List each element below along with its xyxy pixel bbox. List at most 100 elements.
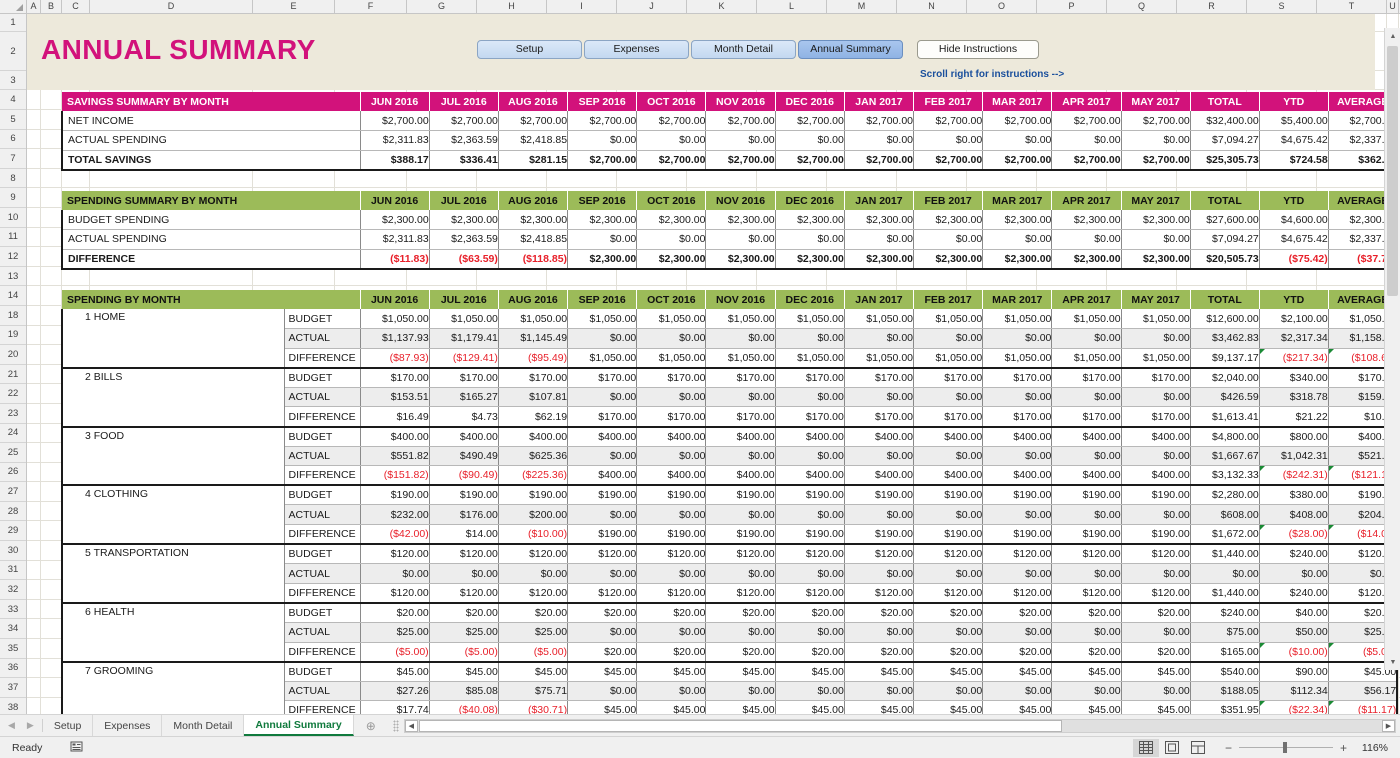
value-cell[interactable]: $45.00 <box>983 662 1052 682</box>
value-cell[interactable]: ($40.08) <box>429 701 498 714</box>
value-cell[interactable]: $20.00 <box>775 603 844 623</box>
value-cell[interactable]: $190.00 <box>775 525 844 545</box>
value-cell[interactable]: $45.00 <box>1052 662 1121 682</box>
row-header-22[interactable]: 22 <box>0 384 26 404</box>
month-header-7[interactable]: JAN 2017 <box>844 92 913 111</box>
value-cell[interactable]: $0.00 <box>914 623 983 643</box>
value-cell[interactable]: $120.00 <box>360 544 429 564</box>
value-cell[interactable]: $45.00 <box>568 701 637 714</box>
accessibility-icon[interactable] <box>70 740 83 756</box>
value-cell[interactable]: $0.00 <box>844 131 913 151</box>
value-cell[interactable]: $45.00 <box>498 662 567 682</box>
value-cell[interactable]: $2,300.00 <box>775 210 844 230</box>
sheet-tab-month-detail[interactable]: Month Detail <box>162 715 244 736</box>
value-cell[interactable]: $0.00 <box>1121 387 1190 407</box>
value-cell[interactable]: $2,700.00 <box>914 111 983 131</box>
value-cell[interactable]: $0.00 <box>844 446 913 466</box>
total-cell[interactable]: $9,137.17 <box>1190 348 1259 368</box>
value-cell[interactable]: $0.00 <box>914 329 983 349</box>
value-cell[interactable]: $120.00 <box>498 544 567 564</box>
value-cell[interactable]: $20.00 <box>568 642 637 662</box>
row-header-29[interactable]: 29 <box>0 521 26 541</box>
ytd-cell[interactable]: $318.78 <box>1259 387 1328 407</box>
value-cell[interactable]: $400.00 <box>983 466 1052 486</box>
column-header-n[interactable]: N <box>897 0 967 13</box>
column-header-f[interactable]: F <box>335 0 407 13</box>
value-cell[interactable]: $190.00 <box>637 485 706 505</box>
value-cell[interactable]: $232.00 <box>360 505 429 525</box>
row-header-27[interactable]: 27 <box>0 482 26 502</box>
ytd-cell[interactable]: $50.00 <box>1259 623 1328 643</box>
value-cell[interactable]: $170.00 <box>775 407 844 427</box>
value-cell[interactable]: ($118.85) <box>498 249 567 269</box>
row-header-35[interactable]: 35 <box>0 639 26 659</box>
value-cell[interactable]: $120.00 <box>568 583 637 603</box>
ytd-cell[interactable]: $240.00 <box>1259 583 1328 603</box>
value-cell[interactable]: ($95.49) <box>498 348 567 368</box>
month-header-8[interactable]: FEB 2017 <box>914 191 983 210</box>
value-cell[interactable]: $400.00 <box>706 466 775 486</box>
value-cell[interactable]: $120.00 <box>914 544 983 564</box>
total-cell[interactable]: $4,800.00 <box>1190 427 1259 447</box>
horizontal-scroll-area[interactable]: ◀ ▶ <box>388 715 1400 736</box>
value-cell[interactable]: $0.00 <box>1052 623 1121 643</box>
value-cell[interactable]: $400.00 <box>844 466 913 486</box>
ytd-cell[interactable]: $724.58 <box>1259 150 1328 170</box>
value-cell[interactable]: $400.00 <box>1121 427 1190 447</box>
row-header-30[interactable]: 30 <box>0 541 26 561</box>
value-cell[interactable]: $400.00 <box>637 427 706 447</box>
value-cell[interactable]: $45.00 <box>637 662 706 682</box>
value-cell[interactable]: $1,050.00 <box>914 309 983 329</box>
value-cell[interactable]: $2,300.00 <box>914 249 983 269</box>
value-cell[interactable]: ($30.71) <box>498 701 567 714</box>
average-cell[interactable]: $56.17 <box>1328 681 1397 701</box>
ytd-cell[interactable]: $5,400.00 <box>1259 111 1328 131</box>
zoom-slider-thumb[interactable] <box>1283 742 1287 753</box>
value-cell[interactable]: $20.00 <box>844 603 913 623</box>
ytd-cell[interactable]: $4,675.42 <box>1259 230 1328 250</box>
value-cell[interactable]: $45.00 <box>983 701 1052 714</box>
value-cell[interactable]: $2,311.83 <box>360 131 429 151</box>
nav-button-expenses[interactable]: Expenses <box>584 40 689 59</box>
value-cell[interactable]: $45.00 <box>429 662 498 682</box>
row-header-13[interactable]: 13 <box>0 267 26 287</box>
column-header-k[interactable]: K <box>687 0 757 13</box>
value-cell[interactable]: $1,050.00 <box>568 309 637 329</box>
section-title[interactable]: SPENDING BY MONTH <box>62 290 360 309</box>
column-header-d[interactable]: D <box>90 0 253 13</box>
value-cell[interactable]: $120.00 <box>1121 583 1190 603</box>
category-label[interactable]: 4 CLOTHING <box>62 485 284 544</box>
totals-header-ytd[interactable]: YTD <box>1259 92 1328 111</box>
value-cell[interactable]: $2,300.00 <box>1121 210 1190 230</box>
value-cell[interactable]: $1,050.00 <box>360 309 429 329</box>
value-cell[interactable]: $120.00 <box>983 544 1052 564</box>
ytd-cell[interactable]: $21.22 <box>1259 407 1328 427</box>
value-cell[interactable]: ($225.36) <box>498 466 567 486</box>
value-cell[interactable]: $0.00 <box>706 505 775 525</box>
value-cell[interactable]: $170.00 <box>983 368 1052 388</box>
value-cell[interactable]: $1,050.00 <box>706 309 775 329</box>
value-cell[interactable]: $0.00 <box>844 505 913 525</box>
value-cell[interactable]: $2,700.00 <box>706 150 775 170</box>
month-header-1[interactable]: JUL 2016 <box>429 191 498 210</box>
column-header-a[interactable]: A <box>27 0 41 13</box>
value-cell[interactable]: $25.00 <box>498 623 567 643</box>
value-cell[interactable]: $0.00 <box>775 387 844 407</box>
month-header-8[interactable]: FEB 2017 <box>914 290 983 309</box>
value-cell[interactable]: $1,050.00 <box>844 309 913 329</box>
value-cell[interactable]: $0.00 <box>568 681 637 701</box>
value-cell[interactable]: $0.00 <box>1121 623 1190 643</box>
subrow-label[interactable]: ACTUAL <box>284 623 360 643</box>
value-cell[interactable]: $1,050.00 <box>983 309 1052 329</box>
row-header-19[interactable]: 19 <box>0 326 26 346</box>
value-cell[interactable]: $45.00 <box>1121 701 1190 714</box>
row-label[interactable]: BUDGET SPENDING <box>62 210 360 230</box>
month-header-10[interactable]: APR 2017 <box>1052 290 1121 309</box>
value-cell[interactable]: $170.00 <box>637 368 706 388</box>
value-cell[interactable]: $400.00 <box>914 466 983 486</box>
total-cell[interactable]: $240.00 <box>1190 603 1259 623</box>
value-cell[interactable]: $1,145.49 <box>498 329 567 349</box>
month-header-11[interactable]: MAY 2017 <box>1121 92 1190 111</box>
value-cell[interactable]: $0.00 <box>1121 564 1190 584</box>
month-header-3[interactable]: SEP 2016 <box>568 191 637 210</box>
